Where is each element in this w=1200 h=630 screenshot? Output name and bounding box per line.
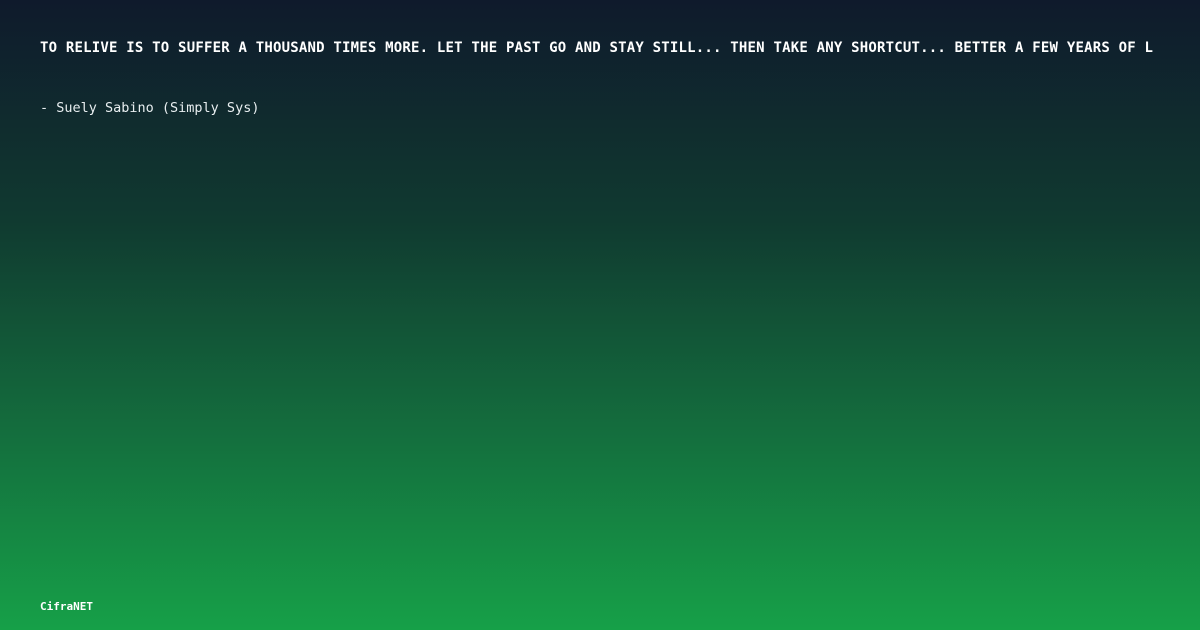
quote-author: - Suely Sabino (Simply Sys) — [40, 100, 260, 116]
quote-text: TO RELIVE IS TO SUFFER A THOUSAND TIMES … — [40, 40, 1154, 56]
brand-logo-text: CifraNET — [40, 600, 93, 613]
